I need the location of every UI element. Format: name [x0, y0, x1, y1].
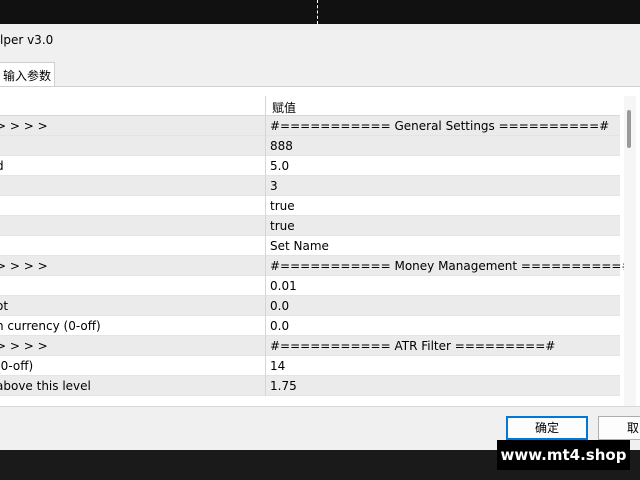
param-name	[0, 216, 266, 236]
table-row[interactable]: n currency (0-off) 0.0	[0, 316, 620, 336]
ok-button[interactable]: 确定	[506, 416, 588, 440]
table-row[interactable]: true	[0, 196, 620, 216]
param-value[interactable]: #=========== General Settings ==========…	[266, 116, 620, 136]
param-name: > > > >	[0, 336, 266, 356]
param-value[interactable]: true	[266, 216, 620, 236]
params-panel: 赋值 > > > > #=========== General Settings…	[0, 86, 640, 407]
param-name: > > > >	[0, 116, 266, 136]
param-value[interactable]: 3	[266, 176, 620, 196]
cancel-button[interactable]: 取	[598, 416, 640, 440]
window-title: lper v3.0	[0, 33, 54, 47]
tab-label: 输入参数	[3, 69, 52, 83]
table-header: 赋值	[0, 96, 620, 116]
table-row[interactable]: > > > > #=========== General Settings ==…	[0, 116, 620, 136]
param-value[interactable]: 0.0	[266, 296, 620, 316]
param-value[interactable]: 0.01	[266, 276, 620, 296]
param-value[interactable]: #=========== Money Management ==========…	[266, 256, 632, 276]
param-name: d	[0, 156, 266, 176]
param-value[interactable]: 888	[266, 136, 620, 156]
table-row[interactable]: ot 0.0	[0, 296, 620, 316]
value-column-header: 赋值	[272, 101, 297, 115]
param-name: (0-off)	[0, 356, 266, 376]
param-value[interactable]: Set Name	[266, 236, 620, 256]
scrollbar-thumb[interactable]	[627, 110, 631, 148]
params-table: 赋值 > > > > #=========== General Settings…	[0, 96, 632, 396]
param-value[interactable]: #=========== ATR Filter =========#	[266, 336, 620, 356]
name-column-header	[0, 96, 266, 116]
table-row[interactable]: > > > > #=========== Money Management ==…	[0, 256, 632, 276]
param-name: > > > >	[0, 256, 266, 276]
param-name: ot	[0, 296, 266, 316]
title-bar: lper v3.0	[0, 24, 640, 56]
param-name	[0, 176, 266, 196]
table-row[interactable]: 0.01	[0, 276, 620, 296]
divider	[317, 0, 318, 24]
vertical-scrollbar[interactable]	[624, 96, 636, 406]
param-name: n currency (0-off)	[0, 316, 266, 336]
param-value[interactable]: 5.0	[266, 156, 620, 176]
param-name	[0, 236, 266, 256]
watermark: www.mt4.shop	[497, 440, 630, 470]
table-row[interactable]: 888	[0, 136, 620, 156]
param-name	[0, 196, 266, 216]
param-value[interactable]: true	[266, 196, 620, 216]
param-name: above this level	[0, 376, 266, 396]
table-row[interactable]: d 5.0	[0, 156, 620, 176]
param-name	[0, 276, 266, 296]
table-row[interactable]: above this level 1.75	[0, 376, 620, 396]
param-value[interactable]: 14	[266, 356, 620, 376]
param-value[interactable]: 0.0	[266, 316, 620, 336]
param-name	[0, 136, 266, 156]
top-bar	[0, 0, 640, 24]
table-row[interactable]: 3	[0, 176, 620, 196]
table-row[interactable]: true	[0, 216, 620, 236]
table-row[interactable]: (0-off) 14	[0, 356, 620, 376]
table-row[interactable]: > > > > #=========== ATR Filter ========…	[0, 336, 620, 356]
param-value[interactable]: 1.75	[266, 376, 620, 396]
tab-input-params[interactable]: 输入参数	[0, 62, 55, 86]
table-row[interactable]: Set Name	[0, 236, 620, 256]
